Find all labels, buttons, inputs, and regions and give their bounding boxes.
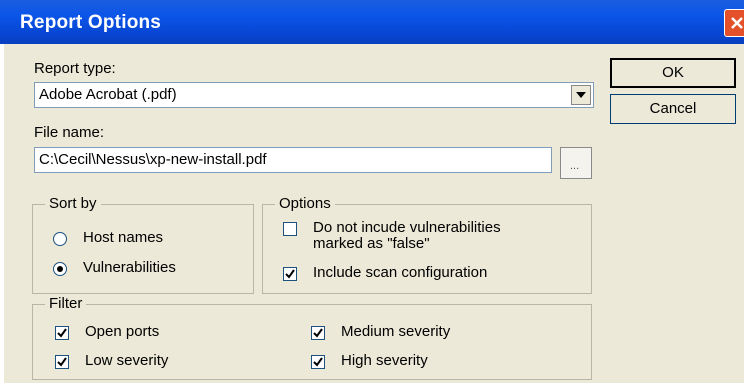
ok-button[interactable]: OK	[610, 58, 736, 88]
chevron-down-icon	[576, 92, 586, 98]
checkmark-icon	[313, 328, 323, 338]
low-severity-checkbox[interactable]	[55, 355, 69, 369]
cancel-button[interactable]: Cancel	[610, 94, 736, 124]
radio-selected-dot	[57, 266, 63, 272]
open-ports-checkbox[interactable]	[55, 326, 69, 340]
include-scan-config-label: Include scan configuration	[313, 264, 488, 281]
high-severity-label: High severity	[341, 352, 428, 369]
options-legend: Options	[275, 195, 335, 212]
close-button[interactable]	[724, 9, 744, 37]
title-bar[interactable]: Report Options	[0, 0, 744, 44]
host-names-radio[interactable]	[53, 232, 67, 246]
ok-label: OK	[662, 64, 684, 81]
exclude-false-label-line2: marked as "false"	[313, 235, 430, 252]
vulnerabilities-label: Vulnerabilities	[83, 259, 176, 276]
dialog-body: Report type: Adobe Acrobat (.pdf) File n…	[4, 44, 744, 383]
options-group: Options Do not incude vulnerabilities ma…	[262, 195, 592, 294]
checkmark-icon	[57, 328, 67, 338]
host-names-label: Host names	[83, 229, 164, 246]
cancel-label: Cancel	[649, 100, 697, 117]
filter-legend: Filter	[45, 295, 87, 312]
checkmark-icon	[313, 357, 323, 367]
low-severity-label: Low severity	[85, 352, 169, 369]
close-icon	[731, 17, 743, 29]
exclude-false-checkbox[interactable]	[283, 222, 297, 236]
include-scan-config-checkbox[interactable]	[283, 267, 297, 281]
checkmark-icon	[285, 269, 295, 279]
high-severity-checkbox[interactable]	[311, 355, 325, 369]
report-type-label: Report type:	[34, 60, 116, 77]
open-ports-label: Open ports	[85, 323, 160, 340]
sort-by-group: Sort by Host names Vulnerabilities	[32, 195, 254, 294]
sort-by-legend: Sort by	[45, 195, 101, 212]
browse-button[interactable]: ...	[560, 147, 592, 179]
medium-severity-label: Medium severity	[341, 323, 451, 340]
exclude-false-label-line1: Do not incude vulnerabilities	[313, 219, 501, 236]
file-name-value: C:\Cecil\Nessus\xp-new-install.pdf	[39, 151, 267, 168]
dialog-title: Report Options	[20, 12, 162, 33]
filter-group: Filter Open ports Low severity Medium se…	[32, 295, 592, 380]
report-options-dialog: Report Options Report type: Adobe Acroba…	[0, 0, 744, 383]
medium-severity-checkbox[interactable]	[311, 326, 325, 340]
report-type-dropdown-button[interactable]	[571, 85, 591, 105]
browse-label: ...	[570, 160, 580, 172]
file-name-input[interactable]: C:\Cecil\Nessus\xp-new-install.pdf	[34, 147, 552, 173]
report-type-select[interactable]: Adobe Acrobat (.pdf)	[34, 82, 594, 108]
checkmark-icon	[57, 357, 67, 367]
report-type-value: Adobe Acrobat (.pdf)	[39, 86, 177, 103]
vulnerabilities-radio[interactable]	[53, 262, 67, 276]
file-name-label: File name:	[34, 124, 105, 141]
